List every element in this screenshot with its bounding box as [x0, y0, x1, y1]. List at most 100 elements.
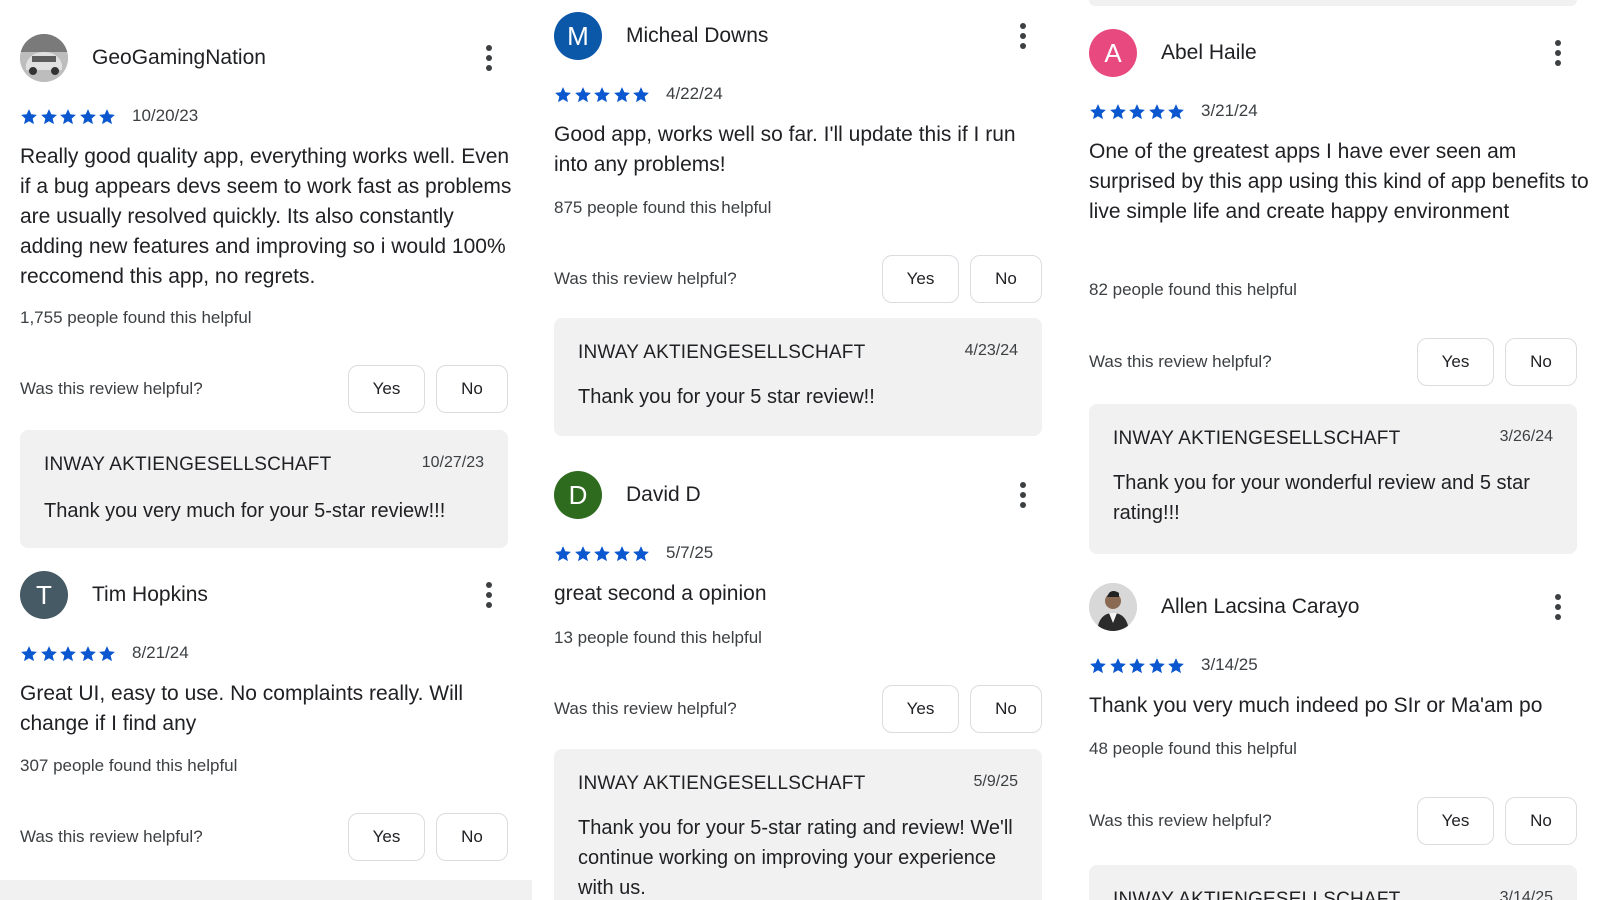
- yes-button[interactable]: Yes: [348, 365, 425, 413]
- more-options-icon[interactable]: [482, 579, 496, 611]
- star-rating: [20, 106, 120, 126]
- developer-reply: INWAY AKTIENGESELLSCHAFT 10/27/23 Thank …: [20, 430, 508, 548]
- person-photo-icon: [1089, 583, 1137, 631]
- reviewer-name: GeoGamingNation: [92, 46, 266, 69]
- helpful-count: 1,755 people found this helpful: [20, 308, 252, 327]
- star-icon: [79, 109, 96, 125]
- helpful-row: Was this review helpful? Yes No: [20, 813, 520, 861]
- helpful-count: 48 people found this helpful: [1089, 739, 1297, 758]
- review-header: A Abel Haile: [1089, 29, 1589, 79]
- review-text: Thank you very much indeed po SIr or Ma'…: [1089, 694, 1543, 717]
- more-options-icon[interactable]: [1016, 20, 1030, 52]
- yes-button[interactable]: Yes: [1417, 338, 1494, 386]
- no-button[interactable]: No: [1505, 338, 1577, 386]
- reviewer-name: Tim Hopkins: [92, 583, 208, 606]
- review-date: 5/7/25: [666, 543, 714, 562]
- next-reply-edge: [0, 880, 532, 900]
- star-icon: [21, 646, 37, 662]
- star-icon: [594, 546, 610, 562]
- helpful-count: 13 people found this helpful: [554, 628, 762, 647]
- review-column-1: GeoGamingNation 10/20/23 Really good qua…: [20, 0, 520, 900]
- yes-button[interactable]: Yes: [882, 685, 959, 733]
- no-button[interactable]: No: [436, 365, 508, 413]
- reply-date: 10/27/23: [421, 454, 484, 471]
- star-icon: [574, 546, 591, 562]
- helpful-row: Was this review helpful? Yes No: [554, 685, 1054, 733]
- reviewer-name: Abel Haile: [1161, 41, 1257, 64]
- reviewer-name: Micheal Downs: [626, 24, 769, 47]
- star-icon: [633, 546, 649, 562]
- star-icon: [99, 646, 115, 662]
- helpful-question: Was this review helpful?: [554, 269, 737, 288]
- review-text: great second a opinion: [554, 582, 767, 605]
- helpful-question: Was this review helpful?: [20, 379, 203, 398]
- helpful-count: 82 people found this helpful: [1089, 280, 1297, 299]
- helpful-question: Was this review helpful?: [1089, 811, 1272, 830]
- more-options-icon[interactable]: [1016, 479, 1030, 511]
- star-icon: [60, 109, 76, 125]
- reply-text: Thank you for your 5-star rating and rev…: [578, 817, 1013, 899]
- review-header: M Micheal Downs: [554, 12, 1054, 62]
- reply-text: Thank you for your wonderful review and …: [1113, 472, 1530, 524]
- reply-date: 5/9/25: [973, 773, 1018, 790]
- avatar: A: [1089, 29, 1137, 77]
- no-button[interactable]: No: [436, 813, 508, 861]
- reply-date: 4/23/24: [964, 342, 1018, 359]
- developer-name: INWAY AKTIENGESELLSCHAFT: [578, 773, 866, 794]
- review-text: Great UI, easy to use. No complaints rea…: [20, 682, 464, 735]
- star-icon: [1168, 104, 1184, 120]
- star-icon: [1148, 658, 1165, 674]
- review-card: D David D 5/7/25 great second a opinion …: [554, 471, 1054, 900]
- review-date: 8/21/24: [132, 643, 189, 662]
- developer-reply: INWAY AKTIENGESELLSCHAFT 5/9/25 Thank yo…: [554, 749, 1042, 900]
- review-date: 3/21/24: [1201, 101, 1258, 120]
- star-rating: [1089, 655, 1189, 675]
- reply-text: Thank you for your 5 star review!!: [578, 386, 875, 408]
- yes-button[interactable]: Yes: [348, 813, 425, 861]
- review-column-2: M Micheal Downs 4/22/24 Good app, works …: [554, 0, 1054, 900]
- star-icon: [99, 109, 115, 125]
- star-icon: [613, 546, 630, 562]
- avatar: [1089, 583, 1137, 631]
- helpful-row: Was this review helpful? Yes No: [1089, 338, 1589, 386]
- star-icon: [555, 87, 571, 103]
- star-icon: [555, 546, 571, 562]
- avatar: M: [554, 12, 602, 60]
- more-options-icon[interactable]: [1551, 591, 1565, 623]
- star-icon: [60, 646, 76, 662]
- helpful-question: Was this review helpful?: [20, 827, 203, 846]
- more-options-icon[interactable]: [1551, 37, 1565, 69]
- star-icon: [1109, 104, 1126, 120]
- review-column-3: A Abel Haile 3/21/24 One of the greatest…: [1089, 0, 1589, 900]
- star-icon: [1129, 104, 1145, 120]
- review-header: T Tim Hopkins: [20, 571, 520, 621]
- no-button[interactable]: No: [970, 255, 1042, 303]
- star-icon: [1148, 104, 1165, 120]
- star-icon: [40, 646, 57, 662]
- review-card: M Micheal Downs 4/22/24 Good app, works …: [554, 12, 1054, 442]
- star-icon: [1109, 658, 1126, 674]
- car-photo-icon: [20, 34, 68, 82]
- review-card: Allen Lacsina Carayo 3/14/25 Thank you v…: [1089, 583, 1589, 900]
- star-icon: [633, 87, 649, 103]
- star-icon: [40, 109, 57, 125]
- yes-button[interactable]: Yes: [1417, 797, 1494, 845]
- helpful-row: Was this review helpful? Yes No: [20, 365, 520, 413]
- no-button[interactable]: No: [1505, 797, 1577, 845]
- helpful-question: Was this review helpful?: [1089, 352, 1272, 371]
- star-icon: [574, 87, 591, 103]
- star-icon: [1090, 658, 1106, 674]
- helpful-row: Was this review helpful? Yes No: [554, 255, 1054, 303]
- developer-reply: INWAY AKTIENGESELLSCHAFT 3/26/24 Thank y…: [1089, 404, 1577, 554]
- reply-text: Thank you very much for your 5-star revi…: [44, 500, 446, 522]
- helpful-row: Was this review helpful? Yes No: [1089, 797, 1589, 845]
- no-button[interactable]: No: [970, 685, 1042, 733]
- star-icon: [1129, 658, 1145, 674]
- yes-button[interactable]: Yes: [882, 255, 959, 303]
- helpful-count: 875 people found this helpful: [554, 198, 772, 217]
- developer-reply: INWAY AKTIENGESELLSCHAFT 4/23/24 Thank y…: [554, 318, 1042, 436]
- more-options-icon[interactable]: [482, 42, 496, 74]
- star-rating: [554, 84, 654, 104]
- review-date: 10/20/23: [132, 106, 199, 125]
- star-icon: [594, 87, 610, 103]
